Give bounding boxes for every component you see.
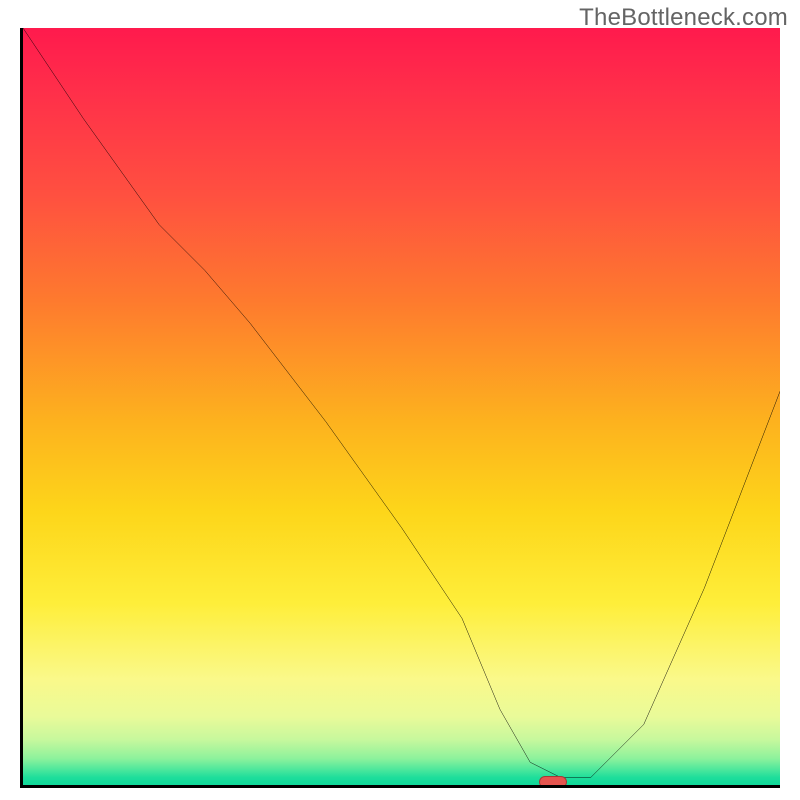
plot-area <box>20 28 780 788</box>
watermark-text: TheBottleneck.com <box>579 4 788 32</box>
chart-frame: TheBottleneck.com <box>0 0 800 800</box>
bottleneck-curve <box>23 28 780 785</box>
optimal-point-marker <box>539 776 567 788</box>
